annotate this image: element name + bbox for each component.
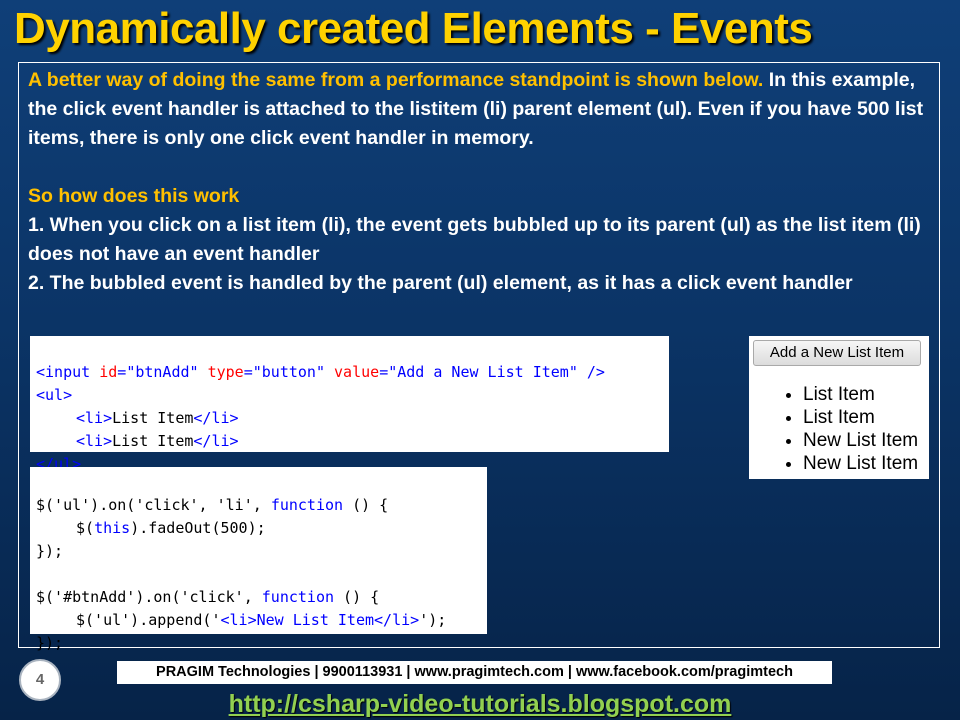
- code-token: function: [270, 496, 344, 514]
- code-token: "Add a New List Item": [388, 363, 578, 381]
- intro-paragraph: A better way of doing the same from a pe…: [28, 66, 933, 153]
- demo-list: List Item List Item New List Item New Li…: [749, 383, 918, 475]
- js-code-line-3: });: [36, 540, 481, 563]
- code-token: $(: [76, 519, 95, 537]
- code-token: "btnAdd": [126, 363, 199, 381]
- add-list-item-button[interactable]: Add a New List Item: [753, 340, 921, 366]
- code-token: type: [207, 363, 244, 381]
- html-code-line-3: <li>List Item</li>: [36, 407, 663, 430]
- code-token: ');: [419, 611, 447, 629]
- code-token: "button": [252, 363, 325, 381]
- code-token: <ul>: [36, 386, 73, 404]
- code-token: $('#btnAdd').on('click',: [36, 588, 262, 606]
- step-2: 2. The bubbled event is handled by the p…: [28, 272, 853, 294]
- js-code-line-1: $('ul').on('click', 'li', function () {: [36, 494, 481, 517]
- html-code-block: <input id="btnAdd" type="button" value="…: [30, 336, 669, 473]
- code-token: List Item: [112, 432, 194, 450]
- code-token: <li>: [220, 611, 257, 629]
- slide-title: Dynamically created Elements - Events: [14, 4, 813, 53]
- how-heading: So how does this work: [28, 185, 240, 207]
- intro-highlight: A better way of doing the same from a pe…: [28, 69, 764, 91]
- js-code-line-4: $('#btnAdd').on('click', function () {: [36, 586, 481, 609]
- code-token: function: [261, 588, 335, 606]
- code-token: <input: [36, 363, 100, 381]
- js-code-block: $('ul').on('click', 'li', function () {$…: [30, 467, 487, 652]
- code-token: <li>: [76, 432, 113, 450]
- list-item[interactable]: New List Item: [803, 452, 918, 475]
- code-token: List Item: [112, 409, 194, 427]
- code-token: $('ul').append(': [76, 611, 221, 629]
- code-token: </li>: [374, 611, 420, 629]
- list-item[interactable]: New List Item: [803, 429, 918, 452]
- js-code-blank: [36, 563, 481, 586]
- step-1: 1. When you click on a list item (li), t…: [28, 214, 921, 265]
- code-token: =: [117, 363, 127, 381]
- list-item[interactable]: List Item: [803, 406, 918, 429]
- code-token: ).fadeOut(500);: [130, 519, 266, 537]
- html-code-line-2: <ul>: [36, 384, 663, 407]
- code-token: New List Item: [256, 611, 375, 629]
- slide-body: A better way of doing the same from a pe…: [28, 66, 933, 298]
- code-token: });: [36, 634, 64, 652]
- code-token: });: [36, 542, 64, 560]
- demo-output-panel: Add a New List Item List Item List Item …: [749, 336, 929, 479]
- code-token: this: [94, 519, 131, 537]
- js-code-line-2: $(this).fadeOut(500);: [36, 517, 481, 540]
- code-token: () {: [334, 588, 380, 606]
- blog-link[interactable]: http://csharp-video-tutorials.blogspot.c…: [0, 690, 960, 719]
- code-token: $('ul').on('click', 'li',: [36, 496, 271, 514]
- code-token: value: [334, 363, 380, 381]
- code-token: </li>: [193, 409, 239, 427]
- code-token: <li>: [76, 409, 113, 427]
- code-token: </li>: [193, 432, 239, 450]
- code-token: =: [243, 363, 253, 381]
- list-item[interactable]: List Item: [803, 383, 918, 406]
- code-token: id: [99, 363, 118, 381]
- code-token: =: [379, 363, 389, 381]
- js-code-line-5: $('ul').append('<li>New List Item</li>')…: [36, 609, 481, 632]
- code-token: />: [577, 363, 605, 381]
- html-code-line-4: <li>List Item</li>: [36, 430, 663, 453]
- footer-contact-bar: PRAGIM Technologies | 9900113931 | www.p…: [117, 661, 832, 684]
- js-code-line-6: });: [36, 632, 481, 655]
- html-code-line-1: <input id="btnAdd" type="button" value="…: [36, 361, 663, 384]
- code-token: () {: [343, 496, 389, 514]
